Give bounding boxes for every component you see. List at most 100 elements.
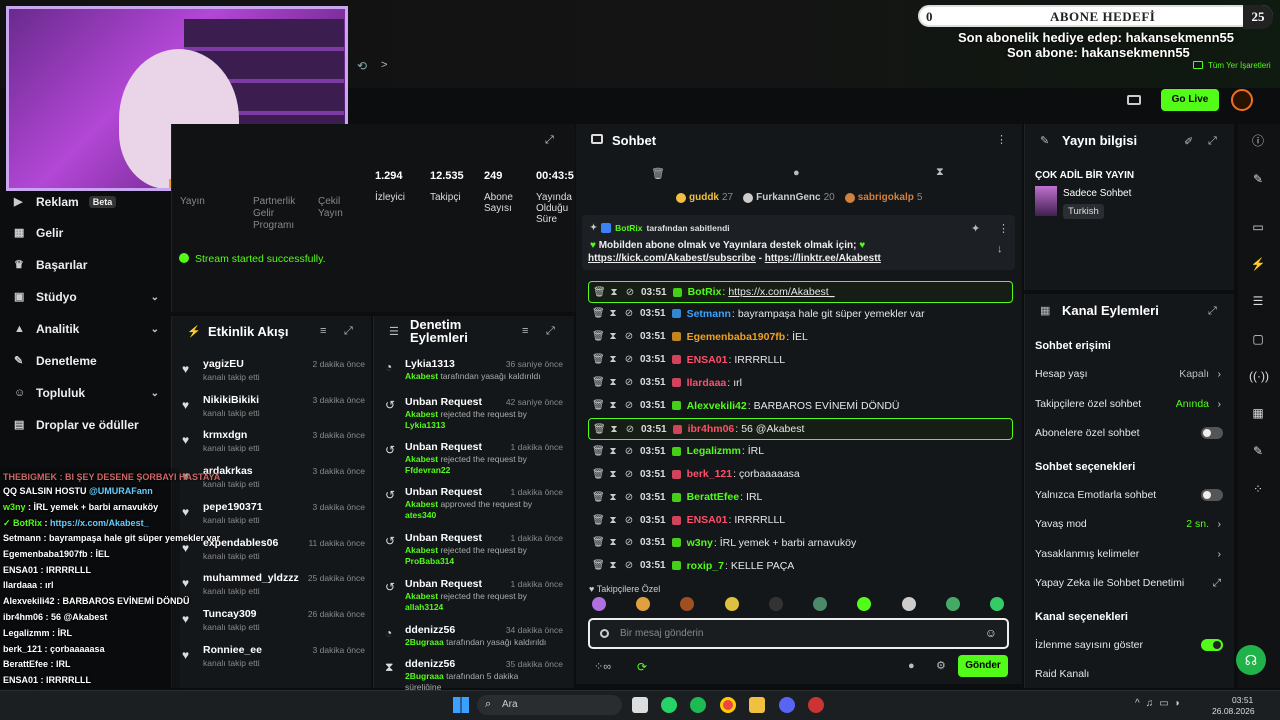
hourglass-icon[interactable]: ⧗ — [936, 166, 944, 179]
account-age-row[interactable]: Hesap yaşı Kapalı › — [1035, 366, 1225, 382]
moderation-item[interactable]: ↺ Unban Request 1 dakika önce Akabest rejec… — [383, 578, 563, 620]
sidebar-item-community[interactable]: ☺ Topluluk ⌄ — [14, 383, 159, 403]
activity-item[interactable]: ♥ Tuncay309 kanalı takip etti 26 dakika önc… — [180, 608, 365, 642]
ban-icon[interactable]: ⊘ — [625, 424, 635, 435]
trash-icon[interactable]: 🗑 — [593, 287, 606, 298]
moderation-item[interactable]: ↺ Unban Request 1 dakika önce Akabest rejec… — [383, 532, 563, 574]
layout-icon[interactable]: ▭ — [1249, 218, 1267, 236]
emote-chat-row[interactable]: Yalnızca Emotlarla sohbet — [1035, 487, 1225, 503]
trash-icon[interactable]: 🗑 — [592, 400, 605, 411]
sidebar-item-revenue[interactable]: ▦ Gelir — [14, 223, 159, 243]
activity-item[interactable]: ♥ Ronniee_ee kanalı takip etti 3 dakika önc… — [180, 644, 365, 678]
bookmarks-label[interactable]: Tüm Yer İşaretleri — [1208, 61, 1271, 70]
chat-input-box[interactable]: Bir mesaj gönderin ☺ — [588, 618, 1009, 649]
task-view-icon[interactable] — [632, 697, 648, 713]
message-user[interactable]: Setmann — [687, 308, 731, 320]
trash-icon[interactable]: 🗑 — [592, 446, 605, 457]
emote-icon[interactable] — [901, 597, 916, 611]
emote-icon[interactable] — [680, 597, 695, 611]
hourglass-icon[interactable]: ⧗ — [609, 287, 619, 298]
subscribe-link[interactable]: https://kick.com/Akabest/subscribe — [588, 253, 756, 264]
moderation-item[interactable]: ↺ Unban Request 42 saniye önce Akabest reje… — [383, 396, 563, 438]
emote-icon[interactable] — [768, 597, 783, 611]
expand-icon[interactable]: ⤢ — [545, 134, 554, 147]
hourglass-icon[interactable]: ⧗ — [608, 354, 618, 365]
message-user[interactable]: Egemenbaba1907fb — [687, 331, 786, 343]
chevron-down-icon[interactable]: ↓ — [997, 243, 1003, 255]
camera-icon[interactable] — [1127, 95, 1141, 105]
slow-mode-row[interactable]: Yavaş mod 2 sn. › — [1035, 516, 1225, 532]
spotify-icon[interactable] — [690, 697, 706, 713]
gifter-item[interactable]: sabrigokalp 5 — [844, 192, 922, 203]
ban-icon[interactable]: ⊘ — [625, 287, 635, 298]
message-user[interactable]: Alexvekili42 — [687, 400, 747, 412]
whatsapp-icon[interactable] — [661, 697, 677, 713]
hourglass-icon[interactable]: ⧗ — [608, 492, 618, 503]
activity-item[interactable]: ♥ krmxdgn kanalı takip etti 3 dakika önce — [180, 429, 365, 463]
activity-item[interactable]: ♥ ardakrkas kanalı takip etti 3 dakika önce — [180, 465, 365, 499]
message-icon[interactable]: ● — [793, 167, 800, 179]
raid-channel-row[interactable]: Raid Kanalı — [1035, 666, 1225, 682]
hourglass-icon[interactable]: ⧗ — [608, 331, 618, 342]
emote-icon[interactable] — [989, 597, 1004, 611]
message-user[interactable]: Legalizmm — [687, 445, 741, 457]
hourglass-icon[interactable]: ⧗ — [608, 469, 618, 480]
sidebar-item-studio[interactable]: ▣ Stüdyo ⌄ — [14, 287, 159, 307]
broadcast-icon[interactable]: ((·)) — [1249, 367, 1269, 385]
chat-message[interactable]: 🗑 ⧗ ⊘ 03:51 ibr4hm06:56 @Akabest — [588, 418, 1013, 441]
ban-icon[interactable]: ⊘ — [624, 354, 634, 365]
filter-icon[interactable]: ≡ — [320, 325, 326, 337]
hourglass-icon[interactable]: ⧗ — [608, 446, 618, 457]
refresh-icon[interactable]: ⟳ — [637, 660, 647, 674]
linktree-link[interactable]: https://linktr.ee/Akabestt — [765, 253, 881, 264]
expand-icon[interactable]: ⤢ — [1208, 135, 1217, 148]
hourglass-icon[interactable]: ⧗ — [608, 560, 618, 571]
chrome-icon[interactable] — [720, 697, 736, 713]
subs-chat-toggle[interactable] — [1201, 427, 1223, 439]
message-user[interactable]: w3ny — [687, 537, 713, 549]
wrench-icon[interactable]: ✎ — [1249, 442, 1267, 460]
activity-item[interactable]: ♥ pepe190371 kanalı takip etti 3 dakika önc… — [180, 501, 365, 535]
list-icon[interactable]: ☰ — [1249, 292, 1267, 310]
chat-message[interactable]: 🗑 ⧗ ⊘ 03:51 Egemenbaba1907fb: İEL — [588, 327, 1013, 347]
channel-actions-icon[interactable]: ▦ — [1249, 404, 1267, 422]
emote-chat-toggle[interactable] — [1201, 489, 1223, 501]
ban-icon[interactable]: ⊘ — [624, 400, 634, 411]
moderation-item[interactable]: ◔ Lykia1313 36 saniye önce Akabest tarafınd… — [383, 358, 563, 400]
ban-icon[interactable]: ⊘ — [624, 469, 634, 480]
emote-icon[interactable] — [592, 597, 606, 611]
bookmarks-bar-icon[interactable] — [1193, 61, 1203, 69]
message-user[interactable]: BerattEfee — [687, 491, 740, 503]
message-user[interactable]: ibr4hm06 — [688, 423, 735, 435]
filter-icon[interactable]: ≡ — [522, 325, 528, 337]
trash-icon[interactable]: 🗑 — [592, 469, 605, 480]
info-icon[interactable]: ⓘ — [1249, 132, 1267, 150]
chat-message[interactable]: 🗑 ⧗ ⊘ 03:51 berk_121: çorbaaaaasa — [588, 464, 1013, 484]
message-user[interactable]: berk_121 — [687, 468, 733, 480]
category-name[interactable]: Sadece Sohbet — [1063, 188, 1131, 199]
ban-icon[interactable]: ⊘ — [624, 446, 634, 457]
trash-icon[interactable]: 🗑 — [592, 377, 605, 388]
show-viewers-toggle[interactable] — [1201, 639, 1223, 651]
profile-avatar[interactable] — [1231, 89, 1253, 111]
app-icon[interactable] — [808, 697, 824, 713]
chat-message[interactable]: 🗑 ⧗ ⊘ 03:51 BerattEfee: IRL — [588, 487, 1013, 507]
ban-icon[interactable]: ⊘ — [624, 515, 634, 526]
hourglass-icon[interactable]: ⧗ — [608, 537, 618, 548]
chat-message[interactable]: 🗑 ⧗ ⊘ 03:51 ENSA01: IRRRRLLL — [588, 510, 1013, 530]
expand-icon[interactable]: ⤢ — [546, 325, 555, 338]
send-button[interactable]: Gönder — [958, 655, 1008, 677]
more-icon[interactable]: ⋮ — [998, 222, 1009, 235]
nav-forward-icon[interactable]: > — [381, 59, 387, 71]
clock-time[interactable]: 03:51 — [1232, 695, 1253, 705]
emote-icon[interactable] — [636, 597, 651, 611]
sidebar-item-drops[interactable]: ▤ Droplar ve ödüller — [14, 415, 159, 435]
trash-icon[interactable]: 🗑 — [592, 331, 605, 342]
clock-date[interactable]: 26.08.2026 — [1212, 706, 1255, 716]
hourglass-icon[interactable]: ⧗ — [609, 424, 619, 435]
chat-message[interactable]: 🗑 ⧗ ⊘ 03:51 ENSA01: IRRRRLLL — [588, 350, 1013, 370]
go-live-button[interactable]: Go Live — [1161, 89, 1219, 111]
hourglass-icon[interactable]: ⧗ — [608, 515, 618, 526]
trash-icon[interactable]: 🗑 — [592, 354, 605, 365]
chat-tools-icon[interactable]: ⁘∞ — [594, 660, 611, 673]
